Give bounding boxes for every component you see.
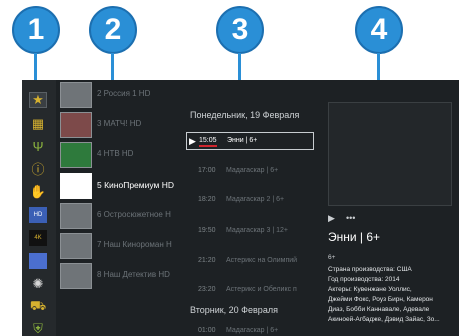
category-sidebar: ★ ▦ Ψ ⓘ ✋ HD 4K ✺ ⛟ ⛨ <box>22 80 56 336</box>
program-row[interactable]: 21:20 Астерикс на Олимпий <box>186 253 314 271</box>
program-row[interactable]: 23:20 Астерикс и Обеликс п <box>186 282 314 300</box>
program-row-current[interactable]: ▶ 15:05 Энни | 6+ <box>186 132 314 150</box>
channel-logo <box>60 142 92 168</box>
channel-logo <box>60 82 92 108</box>
channel-logo <box>60 263 92 289</box>
channel-logo <box>60 203 92 229</box>
4k-icon[interactable]: 4K <box>29 230 47 246</box>
age-rating: 6+ <box>328 254 336 261</box>
program-row[interactable]: 18:20 Мадагаскар 2 | 6+ <box>186 192 314 210</box>
progress-bar <box>199 145 217 147</box>
channel-logo <box>60 112 92 138</box>
channel-logo <box>60 233 92 259</box>
detail-line: Диаз, Бобби Каннавале, Адевале <box>328 306 430 313</box>
play-button[interactable]: ▶ <box>328 213 335 224</box>
callout-markers: 1 2 3 4 <box>0 0 459 83</box>
play-icon: ▶ <box>189 136 196 146</box>
grid-icon[interactable]: ▦ <box>29 116 47 132</box>
preview-image <box>328 102 452 206</box>
channel-logo <box>60 173 92 199</box>
detail-line: Актеры: Кувенжане Уоллис, <box>328 286 412 293</box>
antenna-icon[interactable]: Ψ <box>29 138 47 154</box>
detail-line: Акиноей-Агбадже, Дэвид Зайас, Зо... <box>328 316 440 323</box>
detail-line: Страна производства: США <box>328 266 412 273</box>
tv-guide-screen: ★ ▦ Ψ ⓘ ✋ HD 4K ✺ ⛟ ⛨ 2 Россия 1 HD 3 МА… <box>22 80 459 336</box>
day-heading: Вторник, 20 Февраля <box>190 305 278 315</box>
thumbs-up-icon[interactable]: ✋ <box>29 184 47 200</box>
program-detail-panel: ▶ ••• Энни | 6+ 6+ Страна производства: … <box>322 80 459 336</box>
cart-icon[interactable]: ⛟ <box>29 298 47 315</box>
program-schedule: Понедельник, 19 Февраля ▶ 15:05 Энни | 6… <box>182 80 322 336</box>
flag-icon[interactable] <box>29 253 47 269</box>
detail-line: Джейми Фокс, Роуз Бирн, Камерон <box>328 296 433 303</box>
more-options-button[interactable]: ••• <box>346 213 355 223</box>
program-row[interactable]: 17:00 Мадагаскар | 6+ <box>186 163 314 181</box>
hd-icon[interactable]: HD <box>29 207 47 223</box>
detail-line: Год производства: 2014 <box>328 276 400 283</box>
film-reel-icon[interactable]: ✺ <box>29 276 47 292</box>
program-row[interactable]: 01:00 Мадагаскар | 6+ <box>186 323 314 336</box>
program-row[interactable]: 19:50 Мадагаскар 3 | 12+ <box>186 223 314 241</box>
shield-icon[interactable]: ⛨ <box>29 321 47 336</box>
star-icon[interactable]: ★ <box>29 92 47 108</box>
info-icon[interactable]: ⓘ <box>29 160 47 177</box>
program-title: Энни | 6+ <box>328 230 381 244</box>
day-heading: Понедельник, 19 Февраля <box>190 110 300 120</box>
